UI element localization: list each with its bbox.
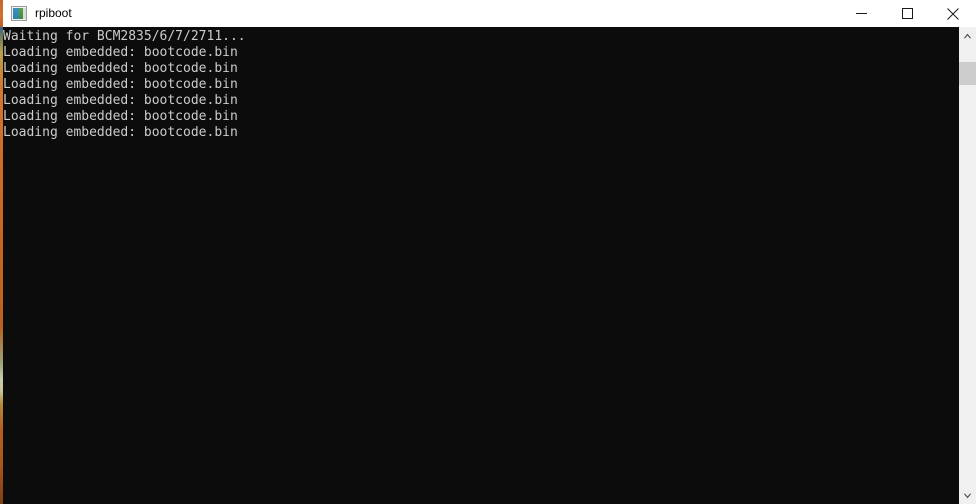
- close-button[interactable]: [930, 0, 976, 27]
- window-left-accent-border: [0, 0, 3, 27]
- scrollbar-up-button[interactable]: [959, 27, 976, 44]
- chevron-up-icon: [963, 33, 972, 38]
- minimize-button[interactable]: [838, 0, 884, 27]
- terminal-line: Loading embedded: bootcode.bin: [3, 45, 238, 60]
- scrollbar-track[interactable]: [959, 44, 976, 487]
- title-bar[interactable]: rpiboot: [0, 0, 976, 27]
- scrollbar-down-button[interactable]: [959, 487, 976, 504]
- terminal-line: Loading embedded: bootcode.bin: [3, 125, 238, 140]
- terminal-line: Loading embedded: bootcode.bin: [3, 109, 238, 124]
- terminal-output-area[interactable]: Waiting for BCM2835/6/7/2711... Loading e…: [0, 27, 959, 504]
- scrollbar-thumb[interactable]: [959, 62, 976, 85]
- maximize-icon: [901, 8, 913, 19]
- window-title: rpiboot: [35, 6, 72, 20]
- terminal-line: Waiting for BCM2835/6/7/2711...: [3, 29, 246, 44]
- terminal-line: Loading embedded: bootcode.bin: [3, 61, 238, 76]
- terminal-line: Loading embedded: bootcode.bin: [3, 77, 238, 92]
- maximize-button[interactable]: [884, 0, 930, 27]
- console-window-icon: [11, 6, 27, 21]
- rpiboot-window: rpiboot Waiting for BCM2835/6/7/2711... L…: [0, 0, 976, 504]
- terminal-text-content: Waiting for BCM2835/6/7/2711... Loading e…: [3, 29, 953, 141]
- close-icon: [947, 7, 959, 20]
- vertical-scrollbar[interactable]: [959, 27, 976, 504]
- chevron-down-icon: [963, 493, 972, 498]
- terminal-line: Loading embedded: bootcode.bin: [3, 93, 238, 108]
- icon-segment-gray: [23, 8, 26, 19]
- minimize-icon: [855, 13, 867, 14]
